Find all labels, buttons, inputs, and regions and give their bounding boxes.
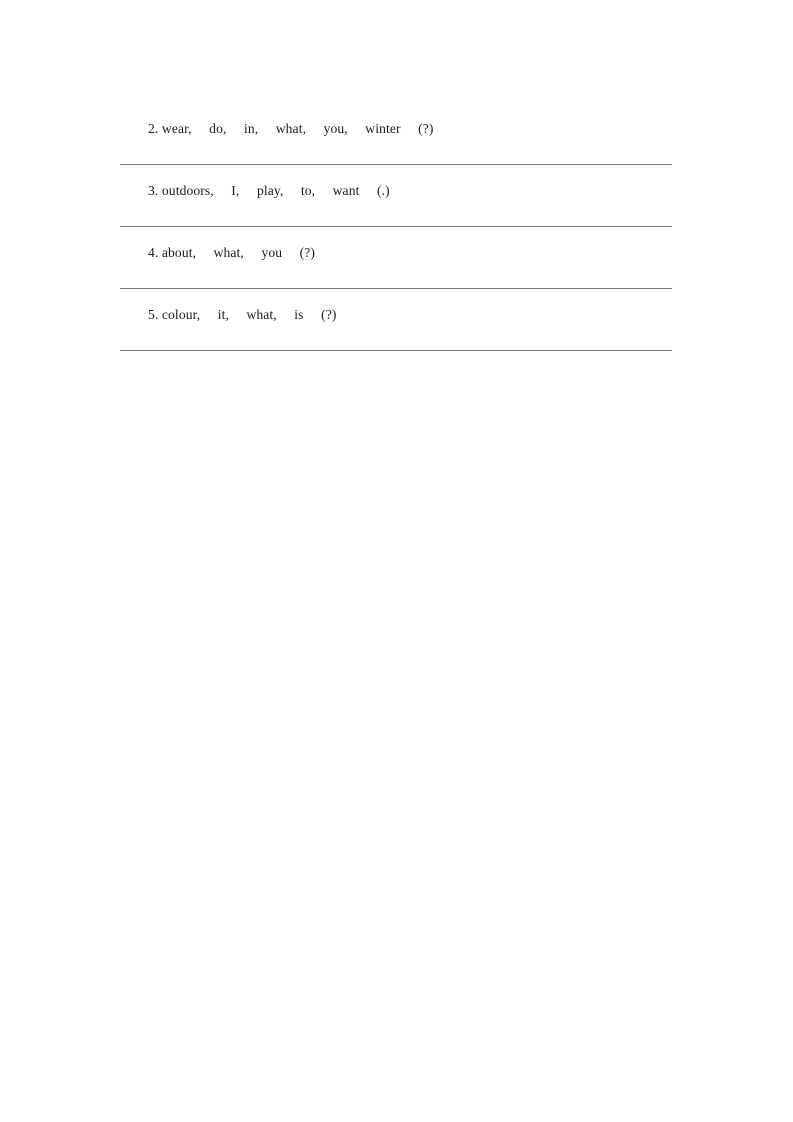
end-punctuation: (?)	[299, 245, 316, 260]
scrambled-word: play,	[256, 183, 284, 198]
scrambled-word: colour,	[161, 307, 201, 322]
item-number-2: 2.	[148, 121, 159, 136]
scrambled-word: winter	[365, 121, 401, 136]
scrambled-word: do,	[209, 121, 227, 136]
exercise-item: 2. wear, do, in, what, you, winter (?)	[120, 103, 672, 165]
exercise-prompt-2: 2. wear, do, in, what, you, winter (?)	[120, 103, 434, 154]
scrambled-word: wear,	[161, 121, 192, 136]
answer-rule[interactable]	[120, 350, 672, 351]
exercise-item: 3. outdoors, I, play, to, want (.)	[120, 165, 672, 227]
scrambled-word: to,	[300, 183, 316, 198]
item-number-3: 3.	[148, 183, 159, 198]
scrambled-word: what,	[213, 245, 244, 260]
scrambled-word: outdoors,	[161, 183, 214, 198]
worksheet-page: 2. wear, do, in, what, you, winter (?) 3…	[0, 0, 793, 1122]
scrambled-word: you,	[323, 121, 348, 136]
scrambled-word: it,	[217, 307, 229, 322]
scrambled-word: in,	[243, 121, 259, 136]
exercise-prompt-4: 4. about, what, you (?)	[120, 227, 315, 278]
item-number-5: 5.	[148, 307, 159, 322]
end-punctuation: (.)	[376, 183, 390, 198]
end-punctuation: (?)	[418, 121, 434, 136]
scrambled-word: you	[261, 245, 283, 260]
scrambled-word: what,	[275, 121, 307, 136]
item-number-4: 4.	[148, 245, 159, 260]
scrambled-word: want	[332, 183, 360, 198]
end-punctuation: (?)	[321, 307, 337, 322]
exercise-prompt-5: 5. colour, it, what, is (?)	[120, 289, 336, 340]
exercise-prompt-3: 3. outdoors, I, play, to, want (.)	[120, 165, 390, 216]
exercise-item: 5. colour, it, what, is (?)	[120, 289, 672, 351]
scrambled-word: what,	[246, 307, 277, 322]
scrambled-word: is	[294, 307, 304, 322]
scrambled-word: about,	[161, 245, 197, 260]
exercise-list: 2. wear, do, in, what, you, winter (?) 3…	[120, 103, 672, 351]
exercise-item: 4. about, what, you (?)	[120, 227, 672, 289]
